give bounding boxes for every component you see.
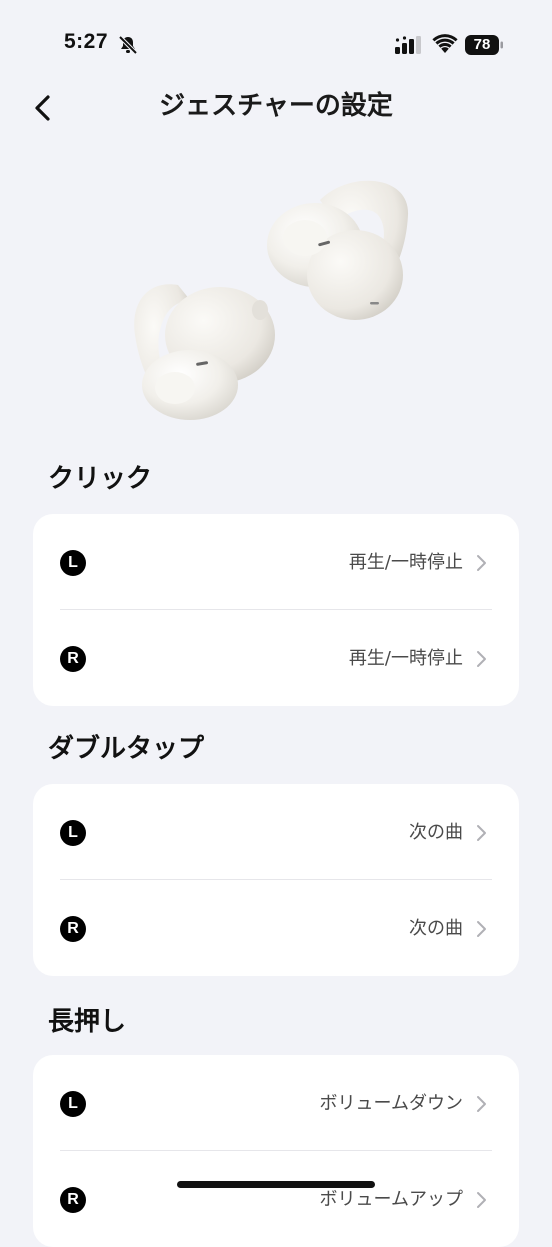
page-title: ジェスチャーの設定 <box>159 91 393 121</box>
section-title-double-tap: ダブルタップ <box>48 734 205 764</box>
left-badge: L <box>60 1091 86 1117</box>
row-value: 次の曲 <box>409 918 463 939</box>
row-value: 再生/一時停止 <box>348 552 463 573</box>
right-badge: R <box>60 646 86 672</box>
status-bar: 5:27 78 <box>0 0 552 90</box>
row-value: 次の曲 <box>409 822 463 843</box>
click-card: L 再生/一時停止 R 再生/一時停止 <box>33 514 519 706</box>
section-title-click: クリック <box>48 464 153 494</box>
click-right-row[interactable]: R 再生/一時停止 <box>33 610 519 706</box>
left-badge: L <box>60 550 86 576</box>
double-tap-card: L 次の曲 R 次の曲 <box>33 784 519 976</box>
chevron-right-icon <box>477 1096 486 1112</box>
long-press-left-row[interactable]: L ボリュームダウン <box>33 1055 519 1151</box>
long-press-card: L ボリュームダウン R ボリュームアップ <box>33 1055 519 1247</box>
chevron-right-icon <box>477 651 486 667</box>
earbuds-image <box>134 180 409 420</box>
double-tap-right-row[interactable]: R 次の曲 <box>33 880 519 976</box>
right-badge: R <box>60 916 86 942</box>
row-value: 再生/一時停止 <box>348 648 463 669</box>
long-press-right-row[interactable]: R ボリュームアップ <box>33 1151 519 1247</box>
battery-level: 78 <box>473 36 491 53</box>
right-badge: R <box>60 1187 86 1213</box>
signal-icon <box>395 36 421 54</box>
chevron-right-icon <box>477 1192 486 1208</box>
home-indicator[interactable] <box>177 1181 375 1188</box>
status-time: 5:27 <box>64 30 109 53</box>
double-tap-left-row[interactable]: L 次の曲 <box>33 784 519 880</box>
bell-slash-icon <box>118 35 138 55</box>
wifi-icon <box>432 34 458 53</box>
chevron-right-icon <box>477 921 486 937</box>
chevron-right-icon <box>477 825 486 841</box>
chevron-right-icon <box>477 555 486 571</box>
row-value: ボリュームダウン <box>319 1093 463 1114</box>
left-badge: L <box>60 820 86 846</box>
row-value: ボリュームアップ <box>319 1189 463 1210</box>
section-title-long-press: 長押し <box>48 1007 127 1037</box>
click-left-row[interactable]: L 再生/一時停止 <box>33 514 519 610</box>
